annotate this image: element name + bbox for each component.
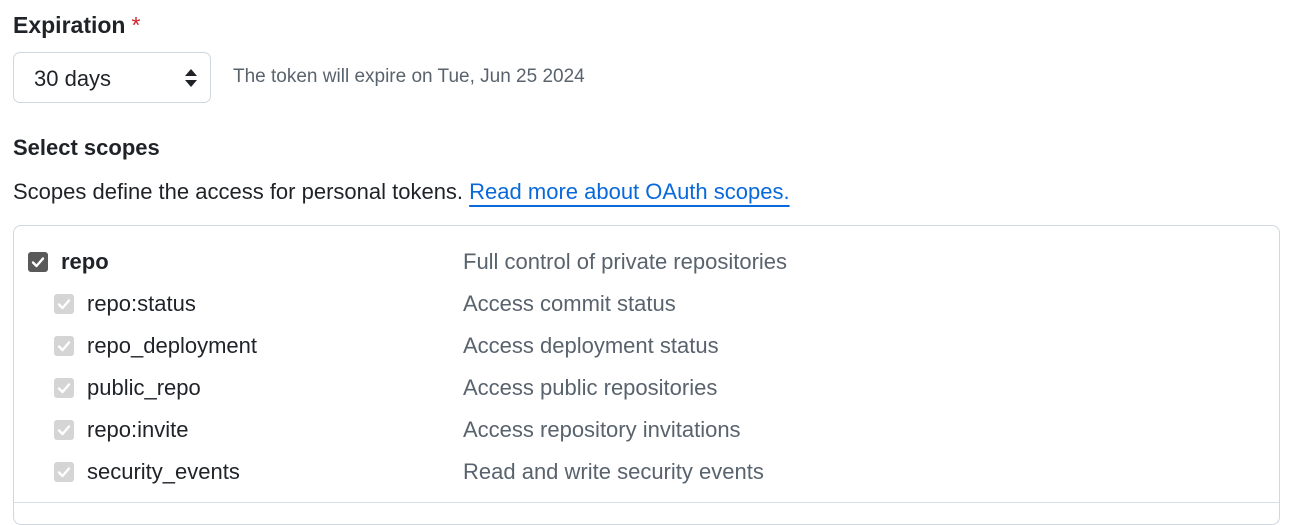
oauth-scopes-link[interactable]: Read more about OAuth scopes. — [469, 179, 789, 204]
checkmark-icon — [57, 383, 71, 394]
expiration-select[interactable]: 30 days — [13, 52, 211, 103]
scope-description: Read and write security events — [463, 459, 764, 484]
checkmark-icon — [57, 299, 71, 310]
expiration-note: The token will expire on Tue, Jun 25 202… — [233, 66, 585, 87]
scope-name: repo:status — [87, 291, 196, 316]
scope-name: repo — [61, 249, 109, 274]
expiration-label: Expiration * — [13, 10, 140, 40]
checkbox-repo[interactable] — [28, 252, 48, 272]
scope-description: Access public repositories — [463, 375, 718, 400]
scope-name: repo_deployment — [87, 333, 258, 358]
checkbox-repo-invite[interactable] — [54, 420, 74, 440]
scopes-description-text: Scopes define the access for personal to… — [13, 179, 464, 204]
checkmark-icon — [31, 257, 45, 268]
expiration-select-value: 30 days — [34, 66, 112, 91]
scope-name: repo:invite — [87, 417, 189, 442]
scope-row-repo-invite: repo:invite Access repository invitation… — [14, 414, 1279, 444]
checkbox-repo-status[interactable] — [54, 294, 74, 314]
checkbox-public-repo[interactable] — [54, 378, 74, 398]
select-arrows-icon — [185, 69, 197, 87]
scope-row-repo-status: repo:status Access commit status — [14, 288, 1279, 318]
scope-name: security_events — [87, 459, 240, 484]
scope-row-security-events: security_events Read and write security … — [14, 456, 1279, 486]
scope-row-public-repo: public_repo Access public repositories — [14, 372, 1279, 402]
checkbox-repo-deployment[interactable] — [54, 336, 74, 356]
select-scopes-title: Select scopes — [13, 135, 160, 160]
scope-description: Access commit status — [463, 291, 676, 316]
expiration-label-text: Expiration — [13, 12, 126, 38]
scope-description: Access deployment status — [463, 333, 719, 358]
checkbox-security-events[interactable] — [54, 462, 74, 482]
scopes-list: repo Full control of private repositorie… — [13, 225, 1280, 525]
scope-description: Full control of private repositories — [463, 249, 788, 274]
scopes-description: Scopes define the access for personal to… — [13, 177, 790, 207]
checkmark-icon — [57, 467, 71, 478]
checkmark-icon — [57, 425, 71, 436]
checkmark-icon — [57, 341, 71, 352]
required-asterisk: * — [131, 12, 141, 38]
scope-row-repo: repo Full control of private repositorie… — [14, 246, 1279, 276]
scope-name: public_repo — [87, 375, 201, 400]
scope-description: Access repository invitations — [463, 417, 741, 442]
scope-row-repo-deployment: repo_deployment Access deployment status — [14, 330, 1279, 360]
scopes-divider — [14, 502, 1279, 503]
